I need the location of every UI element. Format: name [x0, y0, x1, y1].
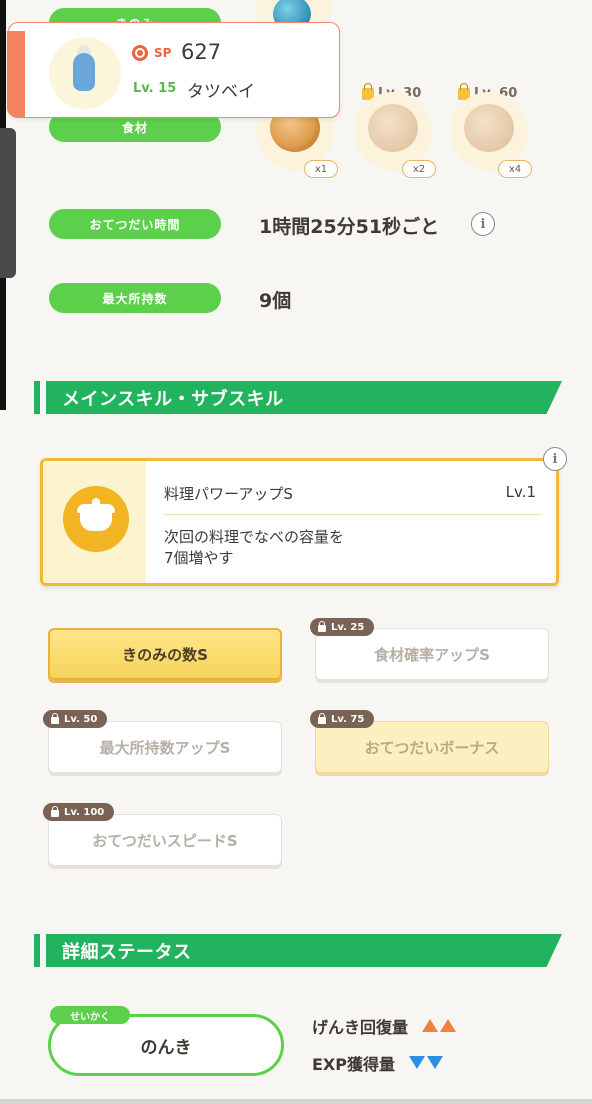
sub-skill-label: 食材確率アップS: [374, 645, 490, 664]
max-carry-value: 9個: [259, 290, 292, 312]
sp-label: SP: [154, 46, 172, 60]
main-skill-card[interactable]: 料理パワーアップS Lv.1 次回の料理でなべの容量を 7個増やす: [40, 458, 559, 586]
unlock-tag-text: Lv. 25: [331, 621, 365, 633]
sub-skill-1-button[interactable]: きのみの数S: [48, 628, 282, 680]
unlock-tag-lv75: Lv. 75: [310, 710, 375, 728]
sp-ball-icon: [132, 45, 148, 61]
card-accent: [7, 31, 25, 117]
help-time-value: 1時間25分51秒ごと: [259, 216, 440, 238]
pokemon-header-card[interactable]: SP 627 Lv. 15 タツベイ: [7, 22, 340, 118]
stat-label: げんき回復量: [312, 1018, 409, 1037]
up-arrows-icon: [422, 1017, 458, 1036]
pokemon-portrait: [49, 37, 121, 109]
help-time-info-icon[interactable]: i: [471, 212, 495, 236]
divider: [164, 514, 542, 515]
ingredient-slot-3[interactable]: x4: [450, 92, 532, 178]
unlock-tag-lv50: Lv. 50: [43, 710, 108, 728]
section-bar: [34, 381, 40, 414]
ingredient-qty: x2: [402, 160, 436, 178]
pokemon-detail-screen: きのみ 食材 x1 Lv. 30 x2 Lv. 60 x4 SP 627 Lv.…: [0, 0, 592, 1104]
lock-icon: [318, 621, 326, 632]
main-skill-description: 次回の料理でなべの容量を 7個増やす: [164, 528, 345, 567]
ingredient-qty: x4: [498, 160, 532, 178]
section-bar: [34, 934, 40, 967]
unlock-tag-text: Lv. 100: [64, 806, 105, 818]
ingredient-slot-2[interactable]: x2: [354, 92, 436, 178]
pokemon-icon: [73, 53, 95, 91]
lock-icon: [51, 713, 59, 724]
pokemon-level: Lv. 15: [133, 81, 177, 96]
sp-value: 627: [181, 40, 222, 64]
lock-icon: [318, 713, 326, 724]
sub-skill-4-button[interactable]: おてつだいボーナス: [315, 721, 549, 773]
unlock-tag-lv25: Lv. 25: [310, 618, 375, 636]
nature-tag: せいかく: [50, 1006, 130, 1024]
sub-skill-3-button[interactable]: 最大所持数アップS: [48, 721, 282, 773]
pot-body: [80, 511, 112, 531]
details-section-header: 詳細ステータス: [34, 934, 562, 967]
main-skill-level: Lv.1: [505, 483, 536, 501]
sub-skill-label: おてつだいスピードS: [92, 831, 238, 850]
ingredient-locked-icon: [368, 104, 418, 152]
main-skill-name: 料理パワーアップS: [164, 485, 293, 503]
section-title: 詳細ステータス: [46, 934, 562, 967]
side-scroll-handle[interactable]: [0, 128, 16, 278]
max-carry-label: 最大所持数: [49, 283, 221, 313]
sub-skill-label: おてつだいボーナス: [364, 738, 500, 757]
pokemon-name: タツベイ: [187, 82, 255, 102]
ingredient-qty: x1: [304, 160, 338, 178]
sub-skill-label: 最大所持数アップS: [99, 738, 231, 757]
main-skill-info-icon[interactable]: i: [543, 447, 567, 471]
stat-label: EXP獲得量: [312, 1055, 395, 1074]
unlock-tag-lv100: Lv. 100: [43, 803, 115, 821]
bottom-edge: [0, 1099, 592, 1104]
help-time-label: おてつだい時間: [49, 209, 221, 239]
stat-row-exp: EXP獲得量: [312, 1051, 445, 1075]
unlock-tag-text: Lv. 75: [331, 713, 365, 725]
lock-icon: [51, 806, 59, 817]
cooking-pot-icon: [63, 486, 129, 552]
nature-value: のんき: [140, 1037, 192, 1058]
ingredient-locked-icon: [464, 104, 514, 152]
down-arrows-icon: [409, 1054, 445, 1073]
stat-row-energy: げんき回復量: [312, 1014, 458, 1038]
unlock-tag-text: Lv. 50: [64, 713, 98, 725]
section-title: メインスキル・サブスキル: [46, 381, 562, 414]
sub-skill-5-button[interactable]: おてつだいスピードS: [48, 814, 282, 866]
skills-section-header: メインスキル・サブスキル: [34, 381, 562, 414]
skill-icon-panel: [43, 461, 146, 583]
sub-skill-label: きのみの数S: [122, 645, 208, 664]
